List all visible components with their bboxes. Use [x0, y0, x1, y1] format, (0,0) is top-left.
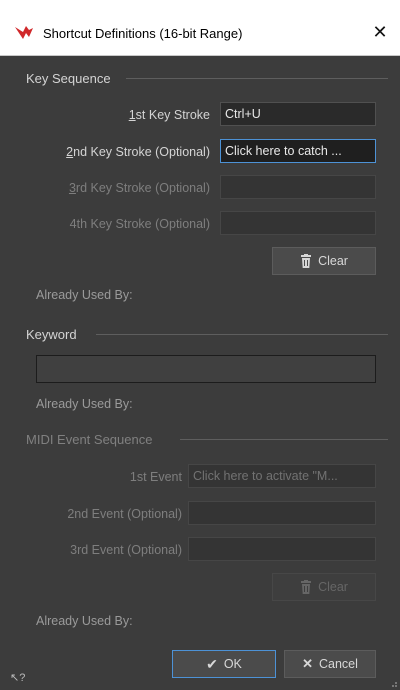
cancel-label: Cancel [318, 657, 358, 671]
section-divider [96, 334, 388, 335]
midi-event-2-label: 2nd Event (Optional) [67, 507, 182, 521]
key-stroke-2-field[interactable]: Click here to catch ... [220, 139, 376, 163]
dialog-body: Key Sequence 1st Key Stroke Ctrl+U 2nd K… [0, 56, 400, 690]
window-title: Shortcut Definitions (16-bit Range) [43, 26, 243, 41]
midi-event-1-field[interactable]: Click here to activate "M... [188, 464, 376, 488]
section-key-sequence: Key Sequence [26, 71, 111, 86]
midi-already-used-label: Already Used By: [36, 614, 133, 628]
resize-grip-icon[interactable] [388, 678, 398, 688]
key-stroke-3-field[interactable] [220, 175, 376, 199]
close-icon: ✕ [372, 22, 388, 42]
key-clear-label: Clear [318, 254, 348, 268]
midi-event-3-label: 3rd Event (Optional) [70, 543, 182, 557]
trash-icon [301, 580, 312, 594]
section-divider [180, 439, 388, 440]
key-stroke-1-field[interactable]: Ctrl+U [220, 102, 376, 126]
section-keyword: Keyword [26, 327, 77, 342]
app-logo-icon [14, 25, 34, 41]
midi-event-3-field[interactable] [188, 537, 376, 561]
midi-event-1-label: 1st Event [129, 470, 182, 484]
ok-label: OK [223, 657, 242, 671]
ok-button[interactable]: ✔ OK [172, 650, 276, 678]
x-icon: ✕ [302, 656, 313, 671]
midi-event-2-field[interactable] [188, 501, 376, 525]
section-divider [126, 78, 388, 79]
keyword-field[interactable] [36, 355, 376, 383]
check-icon: ✔ [206, 655, 218, 672]
title-bar: Shortcut Definitions (16-bit Range) ✕ [0, 0, 400, 56]
midi-clear-label: Clear [318, 580, 348, 594]
close-button[interactable]: ✕ [360, 12, 400, 52]
context-help-icon[interactable]: ↖? [10, 671, 25, 684]
midi-clear-button[interactable]: Clear [272, 573, 376, 601]
key-stroke-3-label: 3rd Key Stroke (Optional) [68, 181, 210, 195]
key-already-used-label: Already Used By: [36, 288, 133, 302]
key-stroke-2-label: 2nd Key Stroke (Optional) [66, 145, 210, 159]
key-clear-button[interactable]: Clear [272, 247, 376, 275]
key-stroke-1-label: 1st Key Stroke [128, 108, 210, 122]
key-stroke-4-field[interactable] [220, 211, 376, 235]
section-midi-event-sequence: MIDI Event Sequence [26, 432, 153, 447]
key-stroke-4-label: 4th Key Stroke (Optional) [69, 217, 210, 231]
keyword-already-used-label: Already Used By: [36, 397, 133, 411]
trash-icon [301, 254, 312, 268]
cancel-button[interactable]: ✕ Cancel [284, 650, 376, 678]
